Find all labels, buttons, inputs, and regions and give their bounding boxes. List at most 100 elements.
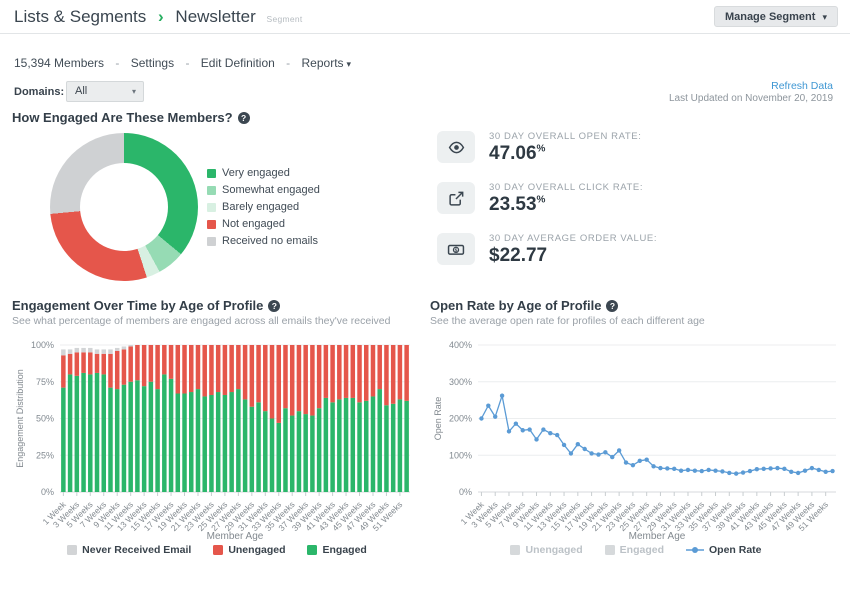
click-rate-stat: 30 DAY OVERALL CLICK RATE: 23.53% bbox=[437, 182, 657, 216]
data-point bbox=[624, 460, 628, 464]
open-rate-line-chart[interactable]: 0%100%200%300%400%1 Week3 Weeks5 Weeks7 … bbox=[430, 330, 842, 546]
bar-segment bbox=[384, 345, 389, 405]
data-point bbox=[768, 466, 772, 470]
data-point bbox=[507, 429, 511, 433]
data-point bbox=[727, 471, 731, 475]
reports-menu[interactable]: Reports▾ bbox=[302, 56, 352, 70]
svg-text:Member Age: Member Age bbox=[629, 531, 686, 542]
chevron-down-icon: ▾ bbox=[822, 12, 827, 22]
stats-panel: 30 DAY OVERALL OPEN RATE: 47.06% 30 DAY … bbox=[437, 131, 657, 284]
legend-swatch bbox=[213, 545, 223, 555]
legend-label: Very engaged bbox=[222, 167, 290, 179]
legend-swatch bbox=[207, 186, 216, 195]
bar-segment bbox=[357, 402, 362, 492]
svg-text:200%: 200% bbox=[449, 414, 472, 424]
bar-segment bbox=[81, 348, 86, 352]
bar-segment bbox=[155, 389, 160, 492]
legend-label: Open Rate bbox=[709, 544, 762, 556]
bar-chart-subtitle: See what percentage of members are engag… bbox=[12, 315, 422, 327]
data-point bbox=[796, 471, 800, 475]
breadcrumb-chevron-icon: › bbox=[158, 7, 164, 26]
legend-swatch bbox=[207, 203, 216, 212]
legend-item[interactable]: Received no emails bbox=[207, 235, 320, 247]
bar-segment bbox=[102, 374, 107, 492]
legend-item[interactable]: Unengaged bbox=[213, 544, 285, 556]
engagement-over-time-section: Engagement Over Time by Age of Profile? … bbox=[12, 298, 422, 578]
legend-item[interactable]: Unengaged bbox=[510, 544, 582, 556]
bar-segment bbox=[391, 345, 396, 404]
legend-swatch bbox=[605, 545, 615, 555]
bar-segment bbox=[135, 380, 140, 492]
bar-segment bbox=[330, 345, 335, 402]
svg-text:300%: 300% bbox=[449, 377, 472, 387]
legend-item[interactable]: Barely engaged bbox=[207, 201, 320, 213]
breadcrumb-lists-segments-link[interactable]: Lists & Segments bbox=[14, 7, 146, 26]
data-point bbox=[569, 451, 573, 455]
bar-segment bbox=[149, 382, 154, 492]
data-point bbox=[679, 468, 683, 472]
edit-definition-link[interactable]: Edit Definition bbox=[201, 56, 275, 70]
manage-segment-button[interactable]: Manage Segment ▾ bbox=[714, 6, 838, 27]
bar-segment bbox=[243, 345, 248, 399]
stat-value: $22.77 bbox=[489, 245, 657, 267]
bar-segment bbox=[61, 349, 66, 355]
data-point bbox=[665, 466, 669, 470]
svg-text:0%: 0% bbox=[41, 487, 54, 497]
segment-dashboard: Lists & Segments › Newsletter Segment Ma… bbox=[0, 0, 850, 611]
bar-chart-title: Engagement Over Time by Age of Profile? bbox=[12, 298, 422, 313]
data-point bbox=[521, 428, 525, 432]
bar-segment bbox=[142, 345, 147, 386]
bar-segment bbox=[371, 345, 376, 396]
bar-segment bbox=[364, 345, 369, 401]
bar-segment bbox=[68, 374, 73, 492]
eye-icon bbox=[437, 131, 475, 163]
bar-segment bbox=[404, 401, 409, 492]
open-rate-stat: 30 DAY OVERALL OPEN RATE: 47.06% bbox=[437, 131, 657, 165]
settings-link[interactable]: Settings bbox=[131, 56, 174, 70]
domains-select[interactable]: All ▾ bbox=[66, 81, 144, 102]
legend-item[interactable]: Open Rate bbox=[686, 544, 762, 556]
bar-segment bbox=[324, 345, 329, 398]
segment-subnav: 15,394 Members - Settings - Edit Definit… bbox=[14, 56, 351, 70]
data-point bbox=[782, 467, 786, 471]
bar-segment bbox=[243, 399, 248, 492]
bar-segment bbox=[277, 345, 282, 423]
data-point bbox=[479, 416, 483, 420]
refresh-data-link[interactable]: Refresh Data bbox=[771, 80, 833, 92]
help-icon[interactable]: ? bbox=[238, 112, 250, 124]
bar-segment bbox=[303, 414, 308, 492]
data-point bbox=[541, 427, 545, 431]
bar-segment bbox=[263, 411, 268, 492]
help-icon[interactable]: ? bbox=[268, 300, 280, 312]
data-point bbox=[603, 450, 607, 454]
legend-item[interactable]: Engaged bbox=[605, 544, 664, 556]
bar-segment bbox=[75, 352, 80, 376]
bar-segment bbox=[102, 349, 107, 353]
bar-segment bbox=[357, 345, 362, 402]
bar-segment bbox=[115, 389, 120, 492]
legend-item[interactable]: Never Received Email bbox=[67, 544, 191, 556]
bar-segment bbox=[75, 348, 80, 352]
engagement-donut-chart[interactable] bbox=[50, 133, 198, 281]
domains-selected-value: All bbox=[75, 85, 87, 97]
bar-segment bbox=[303, 345, 308, 414]
legend-item[interactable]: Engaged bbox=[307, 544, 366, 556]
order-value-stat: $ 30 DAY AVERAGE ORDER VALUE: $22.77 bbox=[437, 233, 657, 267]
open-rate-section: Open Rate by Age of Profile? See the ave… bbox=[430, 298, 842, 578]
legend-item[interactable]: Not engaged bbox=[207, 218, 320, 230]
legend-item[interactable]: Somewhat engaged bbox=[207, 184, 320, 196]
bar-segment bbox=[377, 389, 382, 492]
bar-segment bbox=[256, 345, 261, 402]
data-point bbox=[720, 469, 724, 473]
data-point bbox=[617, 448, 621, 452]
bar-segment bbox=[61, 355, 66, 387]
bar-segment bbox=[142, 386, 147, 492]
legend-item[interactable]: Very engaged bbox=[207, 167, 320, 179]
bar-segment bbox=[182, 345, 187, 394]
engagement-bar-chart[interactable]: 0%25%50%75%100%1 Week3 Weeks5 Weeks7 Wee… bbox=[12, 330, 422, 546]
help-icon[interactable]: ? bbox=[606, 300, 618, 312]
bar-segment bbox=[344, 345, 349, 398]
bar-segment bbox=[229, 345, 234, 392]
data-point bbox=[651, 464, 655, 468]
bar-segment bbox=[337, 345, 342, 399]
